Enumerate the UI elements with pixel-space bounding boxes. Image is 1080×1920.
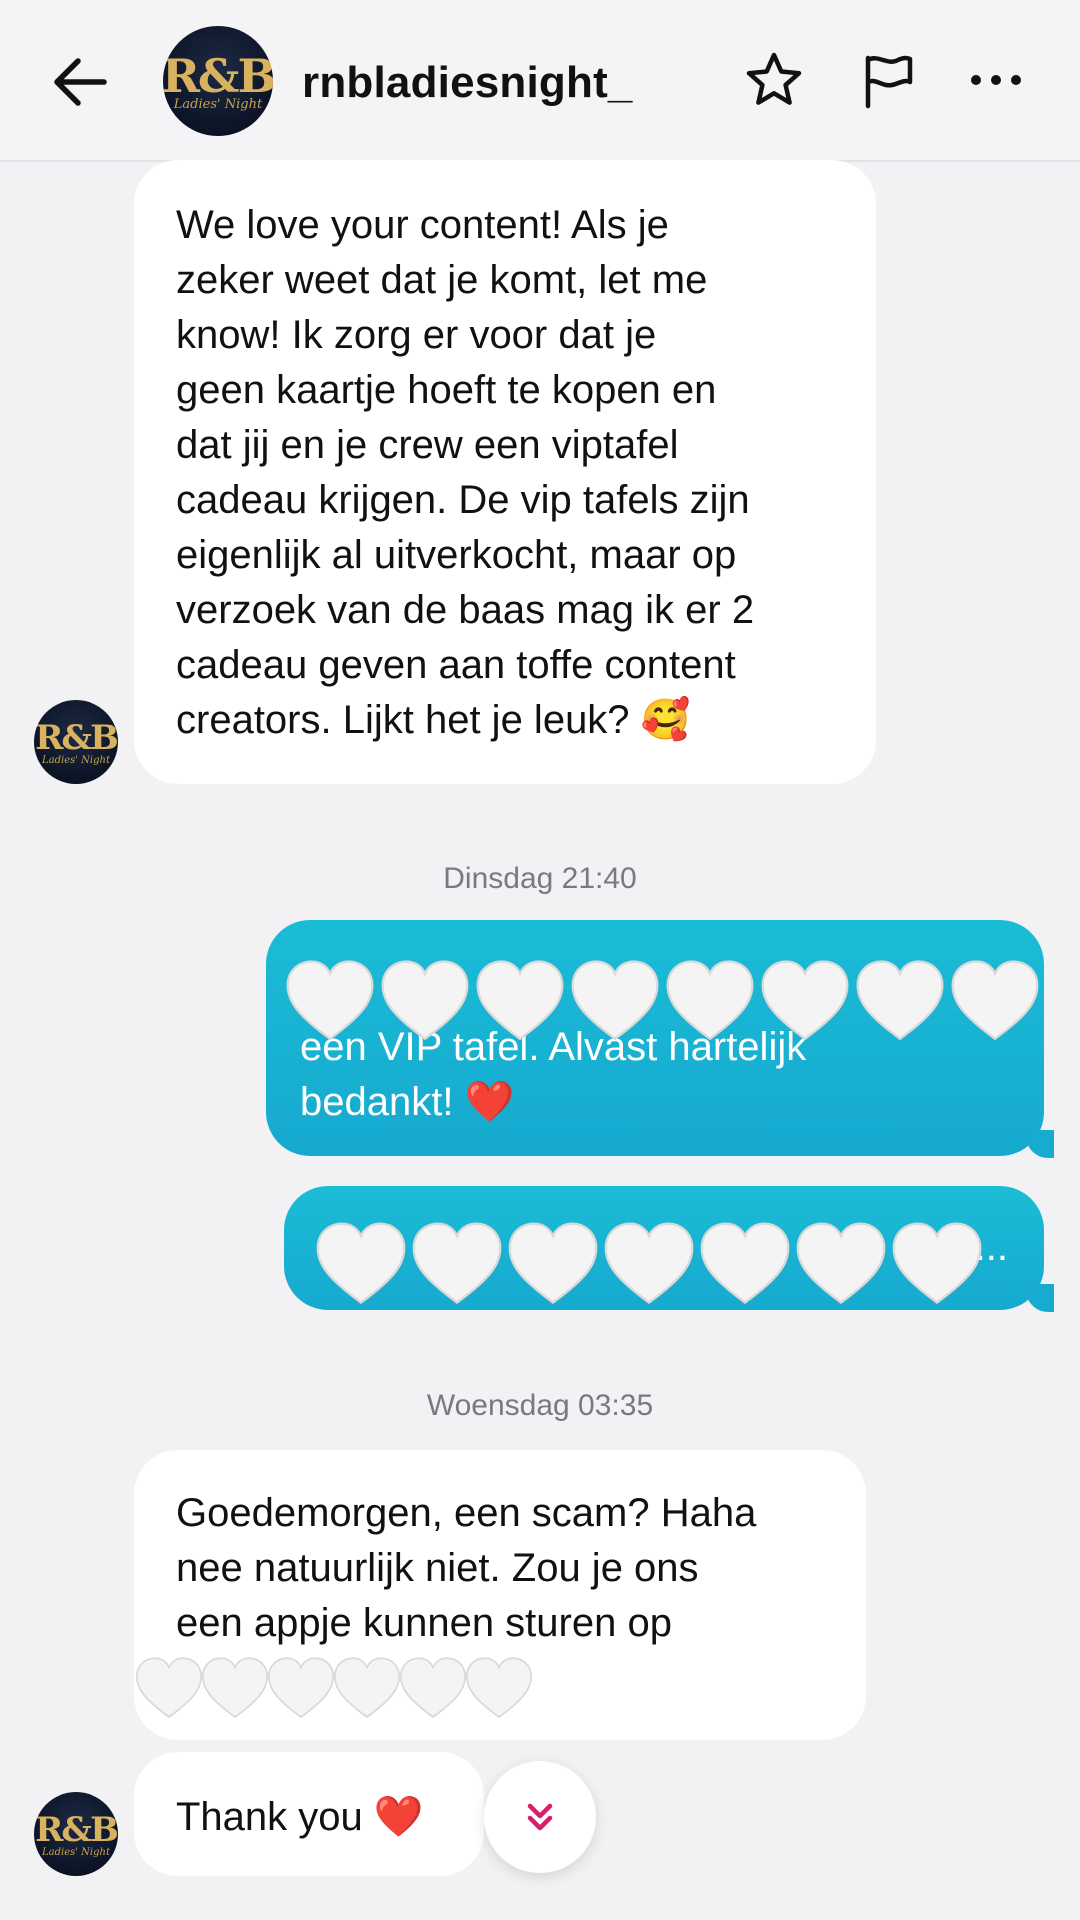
bubble-tail [1026, 1130, 1054, 1158]
white-heart-icon [333, 1657, 401, 1719]
arrow-left-icon [54, 58, 107, 106]
outgoing-message[interactable]: ... [284, 1186, 1054, 1312]
avatar-logo-sub: Ladies' Night [173, 97, 263, 112]
white-heart-icon [856, 960, 944, 1041]
incoming-message[interactable]: Goedemorgen, een scam? Haha nee natuurli… [134, 1450, 866, 1740]
sender-avatar[interactable]: R&B Ladies' Night [34, 700, 118, 784]
white-heart-icon [201, 1657, 269, 1719]
white-heart-icon [761, 960, 849, 1041]
message-text: Thank you ❤️ [176, 1795, 424, 1839]
white-heart-icon [892, 1222, 982, 1305]
chevron-double-down-icon [527, 1803, 553, 1831]
incoming-message[interactable]: Thank you ❤️ [134, 1752, 484, 1876]
more-options-button[interactable] [966, 50, 1026, 110]
message-text: We love your content! Als je zeker weet … [176, 203, 755, 742]
white-heart-icon [604, 1222, 694, 1305]
outgoing-message[interactable]: een VIP tafel. Alvast hartelijk bedankt!… [266, 920, 1054, 1158]
flag-icon [865, 55, 913, 109]
more-dots-icon [971, 75, 1021, 85]
timestamp: Woensdag 03:35 [426, 1389, 654, 1422]
white-heart-icon [399, 1657, 467, 1719]
sender-avatar[interactable]: R&B Ladies' Night [34, 1792, 118, 1876]
white-heart-icon [286, 960, 374, 1041]
avatar-logo-sub: Ladies' Night [42, 755, 110, 766]
bubble-tail [1026, 1284, 1054, 1312]
profile-avatar[interactable]: R&B Ladies' Night [163, 26, 273, 136]
back-button[interactable] [48, 52, 114, 112]
white-heart-icon [267, 1657, 335, 1719]
white-heart-icon [465, 1657, 533, 1719]
avatar-logo-sub: Ladies' Night [42, 1847, 110, 1858]
avatar-logo: R&B [35, 718, 118, 758]
star-button[interactable] [744, 50, 804, 110]
white-heart-icon [571, 960, 659, 1041]
white-heart-icon [135, 1657, 203, 1719]
white-heart-icon [508, 1222, 598, 1305]
scroll-to-bottom-button[interactable] [484, 1761, 596, 1873]
white-heart-icon [316, 1222, 406, 1305]
star-icon [746, 52, 802, 105]
redaction-hearts [284, 956, 1041, 1048]
white-heart-icon [796, 1222, 886, 1305]
redaction-hearts [134, 1654, 534, 1724]
incoming-message[interactable]: We love your content! Als je zeker weet … [134, 160, 876, 784]
message-text: Goedemorgen, een scam? Haha nee natuurli… [176, 1491, 757, 1645]
white-heart-icon [412, 1222, 502, 1305]
chat-screen: R&B Ladies' Night rnbladiesnight_ We lov… [0, 0, 1080, 1920]
chat-header: R&B Ladies' Night rnbladiesnight_ [0, 0, 1080, 162]
timestamp: Dinsdag 21:40 [443, 862, 637, 895]
redaction-hearts [314, 1218, 984, 1312]
white-heart-icon [951, 960, 1039, 1041]
white-heart-icon [476, 960, 564, 1041]
white-heart-icon [381, 960, 469, 1041]
chat-username[interactable]: rnbladiesnight_ [302, 58, 633, 108]
avatar-logo: R&B [35, 1810, 118, 1850]
avatar-logo: R&B [163, 49, 273, 103]
white-heart-icon [700, 1222, 790, 1305]
white-heart-icon [666, 960, 754, 1041]
flag-button[interactable] [858, 50, 918, 110]
